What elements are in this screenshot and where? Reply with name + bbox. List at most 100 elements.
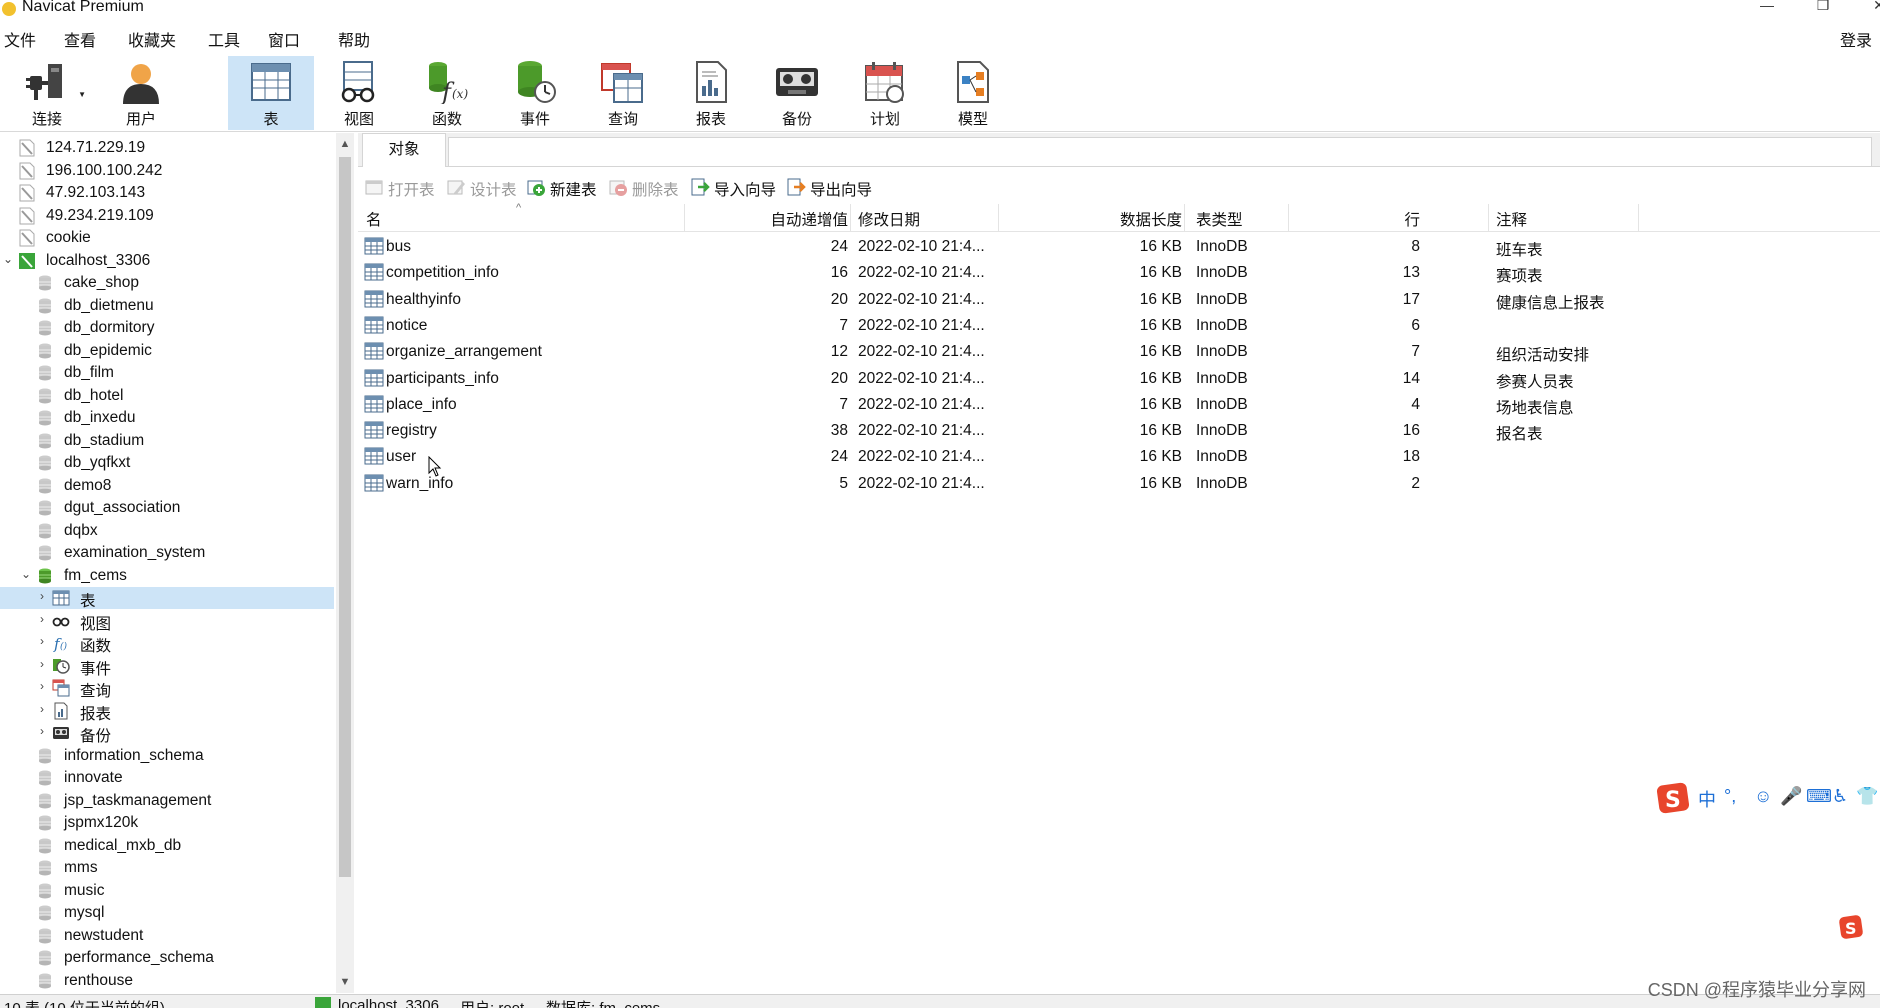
expand-chevron-icon[interactable]: ›: [36, 634, 48, 648]
expand-chevron-icon[interactable]: ›: [36, 679, 48, 693]
table-row[interactable]: place_info 7 2022-02-10 21:4... 16 KB InnoDB…: [358, 392, 1880, 418]
close-button[interactable]: ✕: [1856, 0, 1880, 16]
ime-accessibility-icon[interactable]: ♿: [1832, 786, 1848, 807]
tree-item[interactable]: › 报表: [0, 700, 334, 723]
tree-item[interactable]: db_stadium: [0, 430, 334, 452]
table-row[interactable]: participants_info 20 2022-02-10 21:4... 16 …: [358, 366, 1880, 392]
ime-skin-icon[interactable]: 👕: [1856, 786, 1878, 807]
column-auto-increment-header[interactable]: 自动递增值: [698, 208, 848, 230]
tree-item[interactable]: music: [0, 880, 334, 902]
menu-help[interactable]: 帮助: [338, 27, 370, 51]
table-row[interactable]: organize_arrangement 12 2022-02-10 21:4...…: [358, 339, 1880, 365]
login-link[interactable]: 登录: [1840, 27, 1872, 51]
tree-item[interactable]: db_inxedu: [0, 407, 334, 429]
restore-button[interactable]: ❐: [1800, 0, 1846, 16]
scrollbar-thumb[interactable]: [339, 157, 351, 877]
column-comment-header[interactable]: 注释: [1496, 208, 1527, 230]
table-row[interactable]: healthyinfo 20 2022-02-10 21:4... 16 KB Inno…: [358, 287, 1880, 313]
toolbar-event-button[interactable]: 事件: [492, 56, 578, 130]
column-separator[interactable]: [684, 204, 685, 232]
ime-keyboard-icon[interactable]: ⌨: [1806, 786, 1832, 807]
collapse-chevron-icon[interactable]: ⌄: [2, 252, 14, 266]
tree-item[interactable]: mysql: [0, 902, 334, 924]
column-separator[interactable]: [850, 204, 851, 232]
expand-chevron-icon[interactable]: ›: [36, 657, 48, 671]
menu-view[interactable]: 查看: [64, 27, 96, 51]
tree-item[interactable]: ⌄ localhost_3306: [0, 250, 334, 272]
table-row[interactable]: registry 38 2022-02-10 21:4... 16 KB InnoDB 1…: [358, 418, 1880, 444]
ime-emoji-icon[interactable]: ☺: [1754, 786, 1772, 807]
tree-item[interactable]: 49.234.219.109: [0, 205, 334, 227]
toolbar-table-button[interactable]: 表: [228, 56, 314, 130]
tree-item[interactable]: information_schema: [0, 745, 334, 767]
column-separator[interactable]: [1488, 204, 1489, 232]
tree-item[interactable]: › 表: [0, 587, 334, 610]
column-separator[interactable]: [1184, 204, 1185, 232]
expand-chevron-icon[interactable]: ›: [36, 724, 48, 738]
tree-item[interactable]: jspmx120k: [0, 812, 334, 834]
column-separator[interactable]: [998, 204, 999, 232]
scroll-down-icon[interactable]: ▼: [336, 973, 354, 991]
tree-item[interactable]: db_dormitory: [0, 317, 334, 339]
table-row[interactable]: competition_info 16 2022-02-10 21:4... 16 K…: [358, 260, 1880, 286]
expand-chevron-icon[interactable]: ›: [36, 702, 48, 716]
toolbar-view-button[interactable]: 视图: [316, 56, 402, 130]
toolbar-report-button[interactable]: 报表: [668, 56, 754, 130]
menu-window[interactable]: 窗口: [268, 27, 300, 51]
tab-objects[interactable]: 对象: [362, 133, 446, 167]
tree-item[interactable]: ⌄ fm_cems: [0, 565, 334, 587]
menu-file[interactable]: 文件: [4, 27, 36, 51]
column-name-header[interactable]: 名: [366, 208, 382, 230]
tree-item[interactable]: cake_shop: [0, 272, 334, 294]
toolbar-query-button[interactable]: 查询: [580, 56, 666, 130]
tree-item[interactable]: dgut_association: [0, 497, 334, 519]
expand-chevron-icon[interactable]: ›: [36, 589, 48, 603]
tree-item[interactable]: db_hotel: [0, 385, 334, 407]
tree-item[interactable]: dqbx: [0, 520, 334, 542]
column-engine-header[interactable]: 表类型: [1196, 208, 1243, 230]
tree-item[interactable]: › 查询: [0, 677, 334, 700]
tree-item[interactable]: › 视图: [0, 610, 334, 633]
column-separator[interactable]: [1288, 204, 1289, 232]
column-rows-header[interactable]: 行: [1298, 208, 1420, 230]
chevron-down-icon[interactable]: ▼: [78, 90, 86, 99]
toolbar-model-button[interactable]: 模型: [930, 56, 1016, 130]
table-row[interactable]: warn_info 5 2022-02-10 21:4... 16 KB InnoDB 2: [358, 471, 1880, 497]
scroll-up-icon[interactable]: ▲: [336, 135, 354, 153]
toolbar-function-button[interactable]: f (x) 函数: [404, 56, 490, 130]
sogou-ime-logo-icon[interactable]: S: [1656, 782, 1690, 814]
tree-item[interactable]: 47.92.103.143: [0, 182, 334, 204]
tree-item[interactable]: cookie: [0, 227, 334, 249]
tree-item[interactable]: performance_schema: [0, 947, 334, 969]
sogou-tray-icon[interactable]: S: [1838, 914, 1864, 940]
tree-item[interactable]: db_yqfkxt: [0, 452, 334, 474]
toolbar-connection-button[interactable]: ▼ 连接: [4, 56, 90, 130]
toolbar-schedule-button[interactable]: 计划: [842, 56, 928, 130]
tree-item[interactable]: db_film: [0, 362, 334, 384]
tree-item[interactable]: renthouse: [0, 970, 334, 992]
ime-language-toggle[interactable]: 中: [1698, 786, 1716, 812]
toolbar-backup-button[interactable]: 备份: [754, 56, 840, 130]
tree-item[interactable]: examination_system: [0, 542, 334, 564]
tree-item[interactable]: medical_mxb_db: [0, 835, 334, 857]
menu-favorites[interactable]: 收藏夹: [128, 27, 176, 51]
ime-punctuation-toggle[interactable]: °,: [1724, 786, 1736, 807]
minimize-button[interactable]: —: [1744, 0, 1790, 16]
tree-item[interactable]: jsp_taskmanagement: [0, 790, 334, 812]
tree-item[interactable]: 124.71.229.19: [0, 137, 334, 159]
collapse-chevron-icon[interactable]: ⌄: [20, 567, 32, 581]
tree-item[interactable]: demo8: [0, 475, 334, 497]
tree-scrollbar[interactable]: ▲ ▼: [336, 133, 354, 993]
tree-item[interactable]: db_dietmenu: [0, 295, 334, 317]
tree-item[interactable]: newstudent: [0, 925, 334, 947]
expand-chevron-icon[interactable]: ›: [36, 612, 48, 626]
menu-tools[interactable]: 工具: [208, 27, 240, 51]
tree-item[interactable]: › 事件: [0, 655, 334, 678]
tree-item[interactable]: db_epidemic: [0, 340, 334, 362]
tree-item[interactable]: mms: [0, 857, 334, 879]
tree-item[interactable]: › f() 函数: [0, 632, 334, 655]
table-row[interactable]: bus 24 2022-02-10 21:4... 16 KB InnoDB 8 班车表: [358, 234, 1880, 260]
table-row[interactable]: user 24 2022-02-10 21:4... 16 KB InnoDB 18: [358, 444, 1880, 470]
toolbar-user-button[interactable]: 用户: [98, 56, 184, 130]
column-separator[interactable]: [1638, 204, 1639, 232]
